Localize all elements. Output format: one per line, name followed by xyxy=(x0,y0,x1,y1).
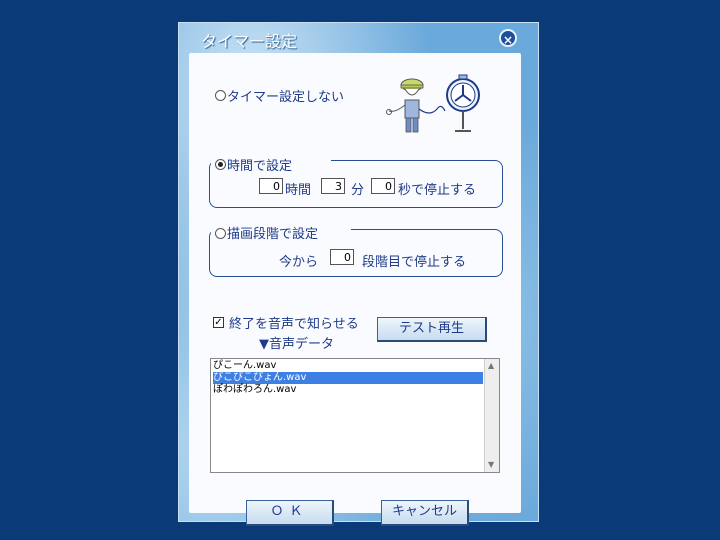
stage-input[interactable]: 0 xyxy=(330,249,354,265)
ok-button[interactable]: ＯＫ xyxy=(246,500,334,526)
close-icon[interactable]: × xyxy=(499,29,517,47)
content-panel: タイマー設定しない 時間で設定 0 時間 3 分 0 秒で停止する 描画段階で設… xyxy=(189,53,521,526)
stage-prefix-label: 今から xyxy=(279,255,319,270)
timer-settings-dialog: タイマー設定 × タイマー設定しない 時間で設定 0 時間 3 分 0 秒で停止… xyxy=(178,22,539,526)
time-setting-label: 時間で設定 xyxy=(227,159,293,174)
stage-suffix-label: 段階目で停止する xyxy=(362,255,467,270)
title-bar: タイマー設定 × xyxy=(179,23,538,53)
seconds-input[interactable]: 0 xyxy=(371,178,395,194)
minutes-unit-label: 分 xyxy=(351,183,365,198)
list-item[interactable]: ぽわぽわろん.wav xyxy=(213,384,483,396)
scroll-down-arrow-icon[interactable]: ▼ xyxy=(488,460,494,469)
hours-input[interactable]: 0 xyxy=(259,178,283,194)
list-item[interactable]: ぴこーん.wav xyxy=(213,360,483,372)
scroll-up-arrow-icon[interactable]: ▲ xyxy=(488,361,494,370)
sound-file-list[interactable]: ぴこーん.wav ぴこぴこぴょん.wav ぽわぽわろん.wav ▲ ▼ xyxy=(210,358,500,473)
seconds-unit-label: 秒で停止する xyxy=(398,183,477,198)
test-play-button[interactable]: テスト再生 xyxy=(377,317,487,342)
notify-checkbox[interactable]: ✓ xyxy=(213,317,224,328)
character-with-alarm-clock-illustration xyxy=(386,74,480,133)
notify-label: 終了を音声で知らせる xyxy=(229,317,359,332)
hours-unit-label: 時間 xyxy=(285,183,312,198)
list-item-selected[interactable]: ぴこぴこぴょん.wav xyxy=(213,372,483,384)
radio-stage-setting[interactable] xyxy=(215,228,226,239)
stage-setting-label: 描画段階で設定 xyxy=(227,227,319,242)
radio-time-setting[interactable] xyxy=(215,159,226,170)
no-timer-label: タイマー設定しない xyxy=(227,90,345,105)
minutes-input[interactable]: 3 xyxy=(321,178,345,194)
list-scrollbar[interactable]: ▲ ▼ xyxy=(484,359,499,472)
radio-no-timer[interactable] xyxy=(215,90,226,101)
dialog-title: タイマー設定 xyxy=(201,32,298,51)
sound-data-label: ▼音声データ xyxy=(259,337,334,352)
cancel-button[interactable]: キャンセル xyxy=(381,500,469,526)
